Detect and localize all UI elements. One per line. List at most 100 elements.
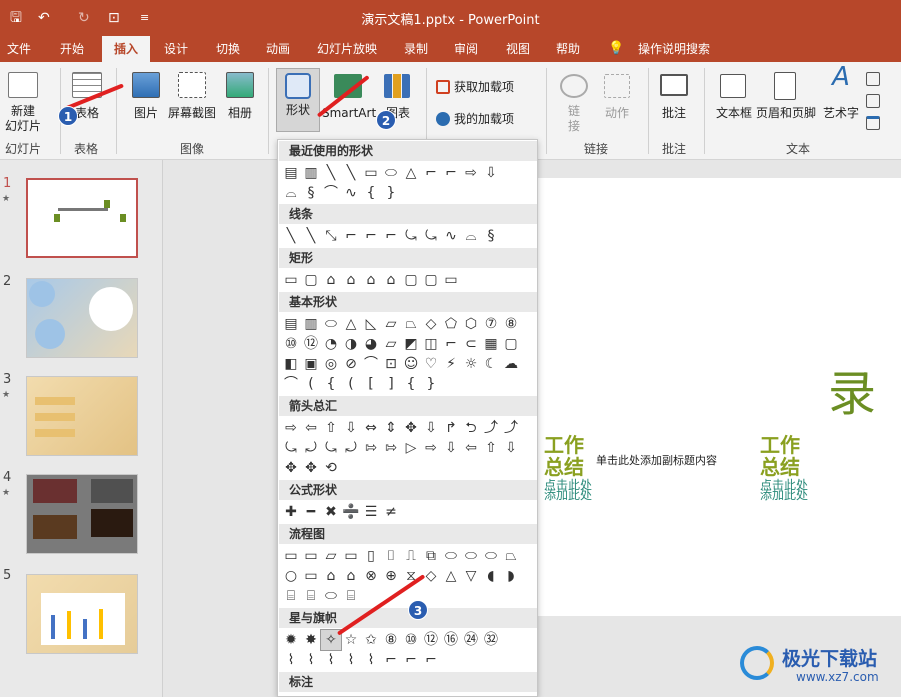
shape-item[interactable]: ⌐ <box>381 650 401 670</box>
shape-item[interactable]: ⌓ <box>461 226 481 246</box>
shape-item[interactable]: ✩ <box>361 630 381 650</box>
shape-item[interactable]: ⬠ <box>441 314 461 334</box>
shape-item[interactable]: { <box>401 374 421 394</box>
get-addins-button[interactable]: 获取加载项 <box>454 80 524 95</box>
shape-item[interactable]: ⬭ <box>381 163 401 183</box>
shape-item[interactable]: ✹ <box>281 630 301 650</box>
tab-file[interactable]: 文件 <box>2 36 36 62</box>
shape-item[interactable]: ⤿ <box>281 438 301 458</box>
shape-item[interactable]: [ <box>361 374 381 394</box>
shape-item[interactable]: ☆ <box>341 630 361 650</box>
shape-item[interactable]: ▢ <box>301 270 321 290</box>
shape-item[interactable]: ◑ <box>341 334 361 354</box>
shape-item[interactable]: ⬭ <box>321 586 341 606</box>
shape-item[interactable]: ⤴ <box>481 418 501 438</box>
shape-item[interactable]: ( <box>301 374 321 394</box>
shape-item[interactable]: ▱ <box>381 314 401 334</box>
shape-item[interactable]: ⌇ <box>341 650 361 670</box>
shape-item[interactable]: ✥ <box>301 458 321 478</box>
shape-item[interactable]: ⬡ <box>461 314 481 334</box>
shape-item[interactable]: ◖ <box>481 566 501 586</box>
textbox-button[interactable]: 文本框 <box>712 106 756 121</box>
tab-view[interactable]: 视图 <box>500 36 536 62</box>
shape-item[interactable]: ▣ <box>301 354 321 374</box>
shape-item[interactable]: ⑩ <box>401 630 421 650</box>
tab-design[interactable]: 设计 <box>158 36 194 62</box>
shape-item[interactable]: ⤴ <box>501 418 521 438</box>
shape-item[interactable]: § <box>301 183 321 203</box>
shape-item[interactable]: ⌒ <box>281 374 301 394</box>
shape-item[interactable]: ▱ <box>321 546 341 566</box>
comment-button[interactable]: 批注 <box>656 106 692 121</box>
link-button[interactable]: 链 接 <box>560 104 588 134</box>
shape-item[interactable]: ▤ <box>281 314 301 334</box>
shape-item[interactable]: ▽ <box>461 566 481 586</box>
album-button[interactable]: 相册 <box>222 106 258 121</box>
shape-item[interactable]: ▭ <box>341 546 361 566</box>
shape-item[interactable]: ⑧ <box>501 314 521 334</box>
shape-item[interactable]: ⇨ <box>281 418 301 438</box>
shape-item[interactable]: ⌐ <box>381 226 401 246</box>
shape-item[interactable]: ⌇ <box>361 650 381 670</box>
shape-item[interactable]: ▢ <box>501 334 521 354</box>
shape-item[interactable]: ⑫ <box>421 630 441 650</box>
shape-item[interactable]: ⏢ <box>401 314 421 334</box>
shape-item[interactable]: ∿ <box>341 183 361 203</box>
shape-item[interactable]: ╲ <box>281 226 301 246</box>
shape-item[interactable]: ⧉ <box>421 546 441 566</box>
shape-item[interactable]: ] <box>381 374 401 394</box>
shape-item[interactable]: ⬭ <box>461 546 481 566</box>
shape-item[interactable]: ⊕ <box>381 566 401 586</box>
shape-item[interactable]: ⊡ <box>381 354 401 374</box>
date-time-icon[interactable] <box>866 72 880 86</box>
shape-item[interactable]: ⇧ <box>321 418 341 438</box>
shape-item[interactable]: ▥ <box>301 314 321 334</box>
shape-item[interactable]: ✚ <box>281 502 301 522</box>
picture-button[interactable]: 图片 <box>128 106 164 121</box>
shape-item[interactable]: ⌒ <box>321 183 341 203</box>
shape-item[interactable]: ◧ <box>281 354 301 374</box>
shape-item[interactable]: ◔ <box>321 334 341 354</box>
shape-item[interactable]: ⇩ <box>341 418 361 438</box>
shape-item[interactable]: ▭ <box>361 163 381 183</box>
shape-item[interactable]: ☺ <box>401 354 421 374</box>
object-icon[interactable] <box>866 116 880 130</box>
shape-item[interactable]: ╲ <box>301 226 321 246</box>
shape-item[interactable]: ➗ <box>341 502 361 522</box>
shape-item[interactable]: ⟲ <box>321 458 341 478</box>
shape-item[interactable]: ㉜ <box>481 630 501 650</box>
screenshot-button[interactable]: 屏幕截图 <box>166 106 218 121</box>
action-button[interactable]: 动作 <box>598 106 636 121</box>
shape-item[interactable]: ⤾ <box>341 438 361 458</box>
shape-item[interactable]: ╲ <box>321 163 341 183</box>
shape-item[interactable]: ▯ <box>361 546 381 566</box>
shape-item[interactable]: ◫ <box>421 334 441 354</box>
slide-thumbnail-2[interactable] <box>26 278 138 358</box>
shape-item[interactable]: ⊗ <box>361 566 381 586</box>
shape-item[interactable]: ㉔ <box>461 630 481 650</box>
slide-thumbnail-4[interactable] <box>26 474 138 554</box>
shape-item[interactable]: ⇔ <box>361 418 381 438</box>
shape-item[interactable]: ⤿ <box>321 438 341 458</box>
shape-item[interactable]: ⚡ <box>441 354 461 374</box>
shape-item[interactable]: ▭ <box>281 546 301 566</box>
shape-item[interactable]: ⌐ <box>341 226 361 246</box>
slide-thumbnail-1[interactable] <box>26 178 138 258</box>
tab-home[interactable]: 开始 <box>52 36 92 62</box>
shape-item[interactable]: ▱ <box>381 334 401 354</box>
tab-help[interactable]: 帮助 <box>550 36 586 62</box>
shape-item[interactable]: ━ <box>301 502 321 522</box>
shape-item[interactable]: ⑧ <box>381 630 401 650</box>
wordart-button[interactable]: 艺术字 <box>820 106 862 121</box>
shape-item[interactable]: ⌐ <box>421 650 441 670</box>
shape-item[interactable]: ⌐ <box>361 226 381 246</box>
shape-item[interactable]: △ <box>441 566 461 586</box>
slide-number-icon[interactable] <box>866 94 880 108</box>
shape-item[interactable]: ▭ <box>281 270 301 290</box>
shape-item[interactable]: ⌂ <box>381 270 401 290</box>
shape-item[interactable]: ⌸ <box>301 586 321 606</box>
tab-tell-me[interactable]: 操作说明搜索 <box>632 36 716 62</box>
shape-item[interactable]: ⌐ <box>441 334 461 354</box>
shape-item[interactable]: ◕ <box>361 334 381 354</box>
shape-item[interactable]: ⬭ <box>441 546 461 566</box>
